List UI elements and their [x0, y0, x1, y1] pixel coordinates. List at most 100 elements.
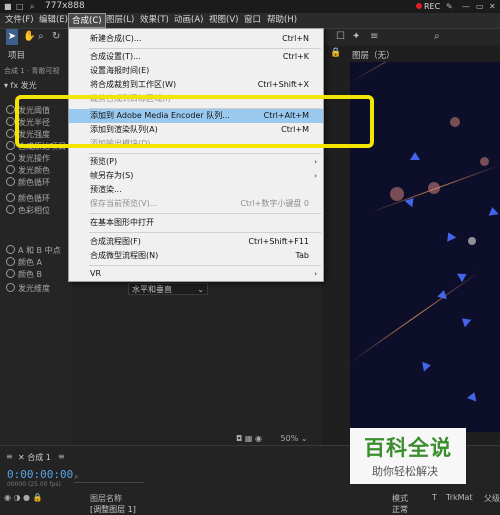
stopwatch-icon[interactable]: [6, 269, 15, 278]
property-row[interactable]: 发光操作: [6, 153, 50, 164]
window-title: 777x888: [45, 1, 85, 11]
submenu-arrow-icon: ›: [314, 270, 317, 278]
channel-icon[interactable]: ◉: [255, 434, 262, 443]
stopwatch-icon[interactable]: [6, 105, 15, 114]
menu-item-label: 在基本图形中打开: [90, 218, 154, 227]
property-row[interactable]: 颜色 A: [6, 257, 42, 268]
workspace-icon[interactable]: ≡: [370, 29, 378, 45]
toolbar-search-icon[interactable]: ⌕: [434, 29, 440, 45]
tab-project[interactable]: 项目: [8, 49, 25, 61]
window-icon[interactable]: □: [16, 0, 24, 13]
pen-icon[interactable]: ✎: [446, 0, 453, 13]
stopwatch-icon[interactable]: [6, 245, 15, 254]
record-dot-icon: [416, 3, 422, 9]
menu-item-save-current-preview[interactable]: 保存当前预览(V)... Ctrl+数字小键盘 0: [69, 197, 323, 211]
composition-menu: 新建合成(C)... Ctrl+N 合成设置(T)... Ctrl+K 设置海报时间…: [68, 28, 324, 282]
layer-row-mode[interactable]: 正常: [392, 504, 408, 515]
menu-item-label: 预览(P): [90, 157, 118, 166]
menu-item-vr[interactable]: VR ›: [69, 267, 323, 281]
property-row[interactable]: 颜色 B: [6, 269, 42, 280]
menu-item-shortcut: Ctrl+数字小键盘 0: [240, 199, 309, 208]
property-row[interactable]: 色彩相位: [6, 205, 50, 216]
zoom-level[interactable]: 50%: [281, 434, 299, 443]
stopwatch-icon[interactable]: [6, 153, 15, 162]
visibility-icon[interactable]: ◉ ◑ ● 🔒: [4, 493, 43, 502]
menu-separator: [89, 232, 321, 233]
minimize-icon[interactable]: —: [462, 0, 470, 13]
menu-effect[interactable]: 效果(T): [137, 13, 172, 28]
bokeh-light: [468, 237, 476, 245]
menu-file[interactable]: 文件(F): [2, 13, 37, 28]
menu-separator: [89, 265, 321, 266]
menu-item-label: 合成设置(T)...: [90, 52, 141, 61]
menu-item-shortcut: Ctrl+N: [282, 34, 309, 43]
property-row[interactable]: A 和 B 中点: [6, 245, 61, 256]
menu-item-comp-settings[interactable]: 合成设置(T)... Ctrl+K: [69, 50, 323, 64]
column-layer-name: 图层名称: [90, 494, 122, 503]
layer-row-name[interactable]: [调整图层 1]: [90, 504, 136, 515]
selection-tool-icon[interactable]: ➤: [6, 29, 18, 45]
menu-animation[interactable]: 动画(A): [171, 13, 206, 28]
glow-dimension-select[interactable]: 水平和垂直 ⌄: [128, 283, 208, 295]
property-row[interactable]: 颜色循环: [6, 177, 50, 188]
menu-item-pre-render[interactable]: 预渲染...: [69, 183, 323, 197]
submenu-arrow-icon: ›: [314, 158, 317, 166]
stopwatch-icon[interactable]: [6, 257, 15, 266]
menu-edit[interactable]: 编辑(E): [36, 13, 71, 28]
menu-item-label: 新建合成(C)...: [90, 34, 142, 43]
bokeh-light: [390, 187, 404, 201]
triangle-particle: [466, 390, 480, 402]
stopwatch-icon[interactable]: [6, 141, 15, 150]
menu-item-comp-flowchart[interactable]: 合成流程图(F) Ctrl+Shift+F11: [69, 235, 323, 249]
stopwatch-icon[interactable]: [6, 129, 15, 138]
tab-menu-icon[interactable]: ≡: [58, 452, 65, 461]
property-row[interactable]: 发光维度: [6, 283, 50, 294]
close-icon[interactable]: ✕: [489, 0, 496, 13]
menu-item-open-in-essential-graphics[interactable]: 在基本图形中打开: [69, 216, 323, 230]
stopwatch-icon[interactable]: [6, 117, 15, 126]
stopwatch-icon[interactable]: [6, 283, 15, 292]
camera-icon[interactable]: ◘: [236, 434, 242, 443]
snap-checkbox-icon[interactable]: ☐: [336, 29, 345, 45]
stopwatch-icon[interactable]: [6, 165, 15, 174]
property-label: A 和 B 中点: [18, 246, 61, 255]
align-icon[interactable]: ✦: [352, 29, 360, 45]
grid-icon[interactable]: ▦: [245, 434, 253, 443]
menu-window[interactable]: 窗口: [241, 13, 264, 28]
property-row[interactable]: 颜色循环: [6, 193, 50, 204]
restore-icon[interactable]: ▭: [476, 0, 484, 13]
viewer-controls: ◘ ▦ ◉ 50% ⌄: [236, 432, 356, 445]
menu-help[interactable]: 帮助(H): [264, 13, 300, 28]
record-button[interactable]: REC: [416, 1, 440, 12]
stopwatch-icon[interactable]: [6, 177, 15, 186]
timecode[interactable]: 0:00:00:00: [7, 468, 73, 481]
menu-item-save-frame-as[interactable]: 帧另存为(S) ›: [69, 169, 323, 183]
column-t: T: [432, 493, 437, 502]
menu-composition[interactable]: 合成(C): [68, 13, 106, 28]
menu-item-poster-time[interactable]: 设置海报时间(E): [69, 64, 323, 78]
menu-icon[interactable]: ≡: [6, 452, 13, 461]
watermark-subtitle: 助你轻松解决: [372, 465, 438, 478]
menu-item-comp-mini-flowchart[interactable]: 合成微型流程图(N) Tab: [69, 249, 323, 263]
timeline-search-input[interactable]: ⌕: [74, 472, 144, 483]
lock-icon[interactable]: 🔒: [330, 48, 341, 58]
tab-comp1[interactable]: ✕ 合成 1: [18, 452, 51, 463]
stopwatch-icon[interactable]: [6, 193, 15, 202]
hand-tool-icon[interactable]: ✋: [23, 29, 35, 45]
light-streak: [350, 62, 489, 83]
tab-layer[interactable]: 图层（无）: [352, 49, 395, 61]
triangle-particle: [443, 230, 457, 242]
property-label: 发光维度: [18, 284, 50, 293]
zoom-tool-icon[interactable]: ⌕: [38, 29, 44, 45]
menu-item-trim-to-work-area[interactable]: 将合成裁剪到工作区(W) Ctrl+Shift+X: [69, 78, 323, 92]
menu-item-preview[interactable]: 预览(P) ›: [69, 155, 323, 169]
menu-item-new-composition[interactable]: 新建合成(C)... Ctrl+N: [69, 32, 323, 46]
stopwatch-icon[interactable]: [6, 205, 15, 214]
property-row[interactable]: 发光颜色: [6, 165, 50, 176]
menu-layer[interactable]: 图层(L): [103, 13, 137, 28]
rotate-tool-icon[interactable]: ↻: [52, 29, 60, 45]
effect-group-glow[interactable]: ▾ fx 发光: [4, 80, 37, 91]
search-icon[interactable]: ⌕: [30, 0, 34, 13]
menu-view[interactable]: 视图(V): [206, 13, 241, 28]
property-label: 颜色循环: [18, 178, 50, 187]
